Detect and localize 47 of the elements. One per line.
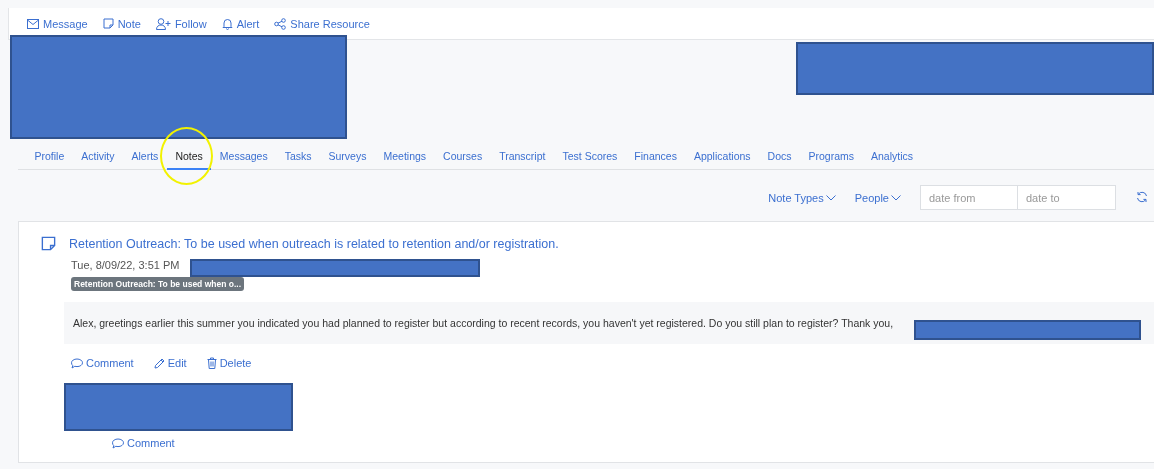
action-link[interactable]: Follow	[155, 17, 207, 30]
action-link[interactable]: Alert	[221, 17, 260, 30]
note-body: Alex, greetings earlier this summer you indicated you had planned to register but according to recent records, you haven't yet registered. Do you still plan to register? Thank you,	[64, 302, 1154, 344]
tab[interactable]: Courses	[434, 146, 491, 170]
speech-bubble-icon	[71, 357, 83, 369]
chevron-down-icon	[825, 194, 836, 201]
tab[interactable]: Transcript	[490, 146, 554, 170]
tab[interactable]: Finances	[625, 146, 686, 170]
note-icon	[102, 18, 114, 29]
note-icon	[41, 236, 56, 251]
tab[interactable]: Programs	[800, 146, 863, 170]
share-icon	[274, 17, 287, 30]
speech-bubble-icon	[112, 437, 124, 449]
bell-icon	[221, 17, 233, 30]
date-from-field[interactable]: date from	[920, 185, 1018, 210]
tab[interactable]: Surveys	[320, 146, 375, 170]
action-link[interactable]: Share Resource	[274, 17, 370, 30]
note-type-tag: Retention Outreach: To be used when o...	[71, 277, 245, 291]
note-action-link[interactable]: Comment	[71, 357, 134, 369]
envelope-icon	[27, 18, 39, 29]
tab[interactable]: Meetings	[374, 146, 435, 170]
note-timestamp: Tue, 8/09/22, 3:51 PM	[71, 259, 180, 271]
tab[interactable]: Test Scores	[553, 146, 626, 170]
tab[interactable]: Docs	[759, 146, 800, 170]
chevron-down-icon	[891, 194, 901, 201]
action-link[interactable]: Message	[27, 17, 88, 30]
highlight-circle	[160, 127, 213, 185]
refresh-icon[interactable]	[1136, 190, 1148, 203]
tab[interactable]: Activity	[72, 146, 124, 170]
tab[interactable]: Messages	[211, 146, 277, 170]
tab[interactable]: Alerts	[123, 146, 167, 170]
action-link[interactable]: Note	[102, 17, 141, 30]
tab[interactable]: Analytics	[862, 146, 922, 170]
note-action-link[interactable]: Delete	[206, 357, 252, 369]
tab[interactable]: Notes	[166, 146, 212, 170]
filter-dropdown[interactable]: People	[854, 191, 901, 204]
filter-dropdown[interactable]: Note Types	[768, 191, 836, 204]
tab[interactable]: Profile	[26, 146, 73, 170]
comment-link[interactable]: Comment	[112, 437, 175, 449]
tab[interactable]: Applications	[685, 146, 760, 170]
date-to-field[interactable]: date to	[1018, 185, 1116, 210]
pencil-icon	[153, 357, 165, 369]
trash-icon	[206, 357, 217, 369]
note-action-link[interactable]: Edit	[153, 357, 187, 369]
note-title[interactable]: Retention Outreach: To be used when outreach is related to retention and/or registration.	[69, 236, 559, 251]
person-add-icon	[155, 17, 171, 30]
tab[interactable]: Tasks	[276, 146, 320, 170]
